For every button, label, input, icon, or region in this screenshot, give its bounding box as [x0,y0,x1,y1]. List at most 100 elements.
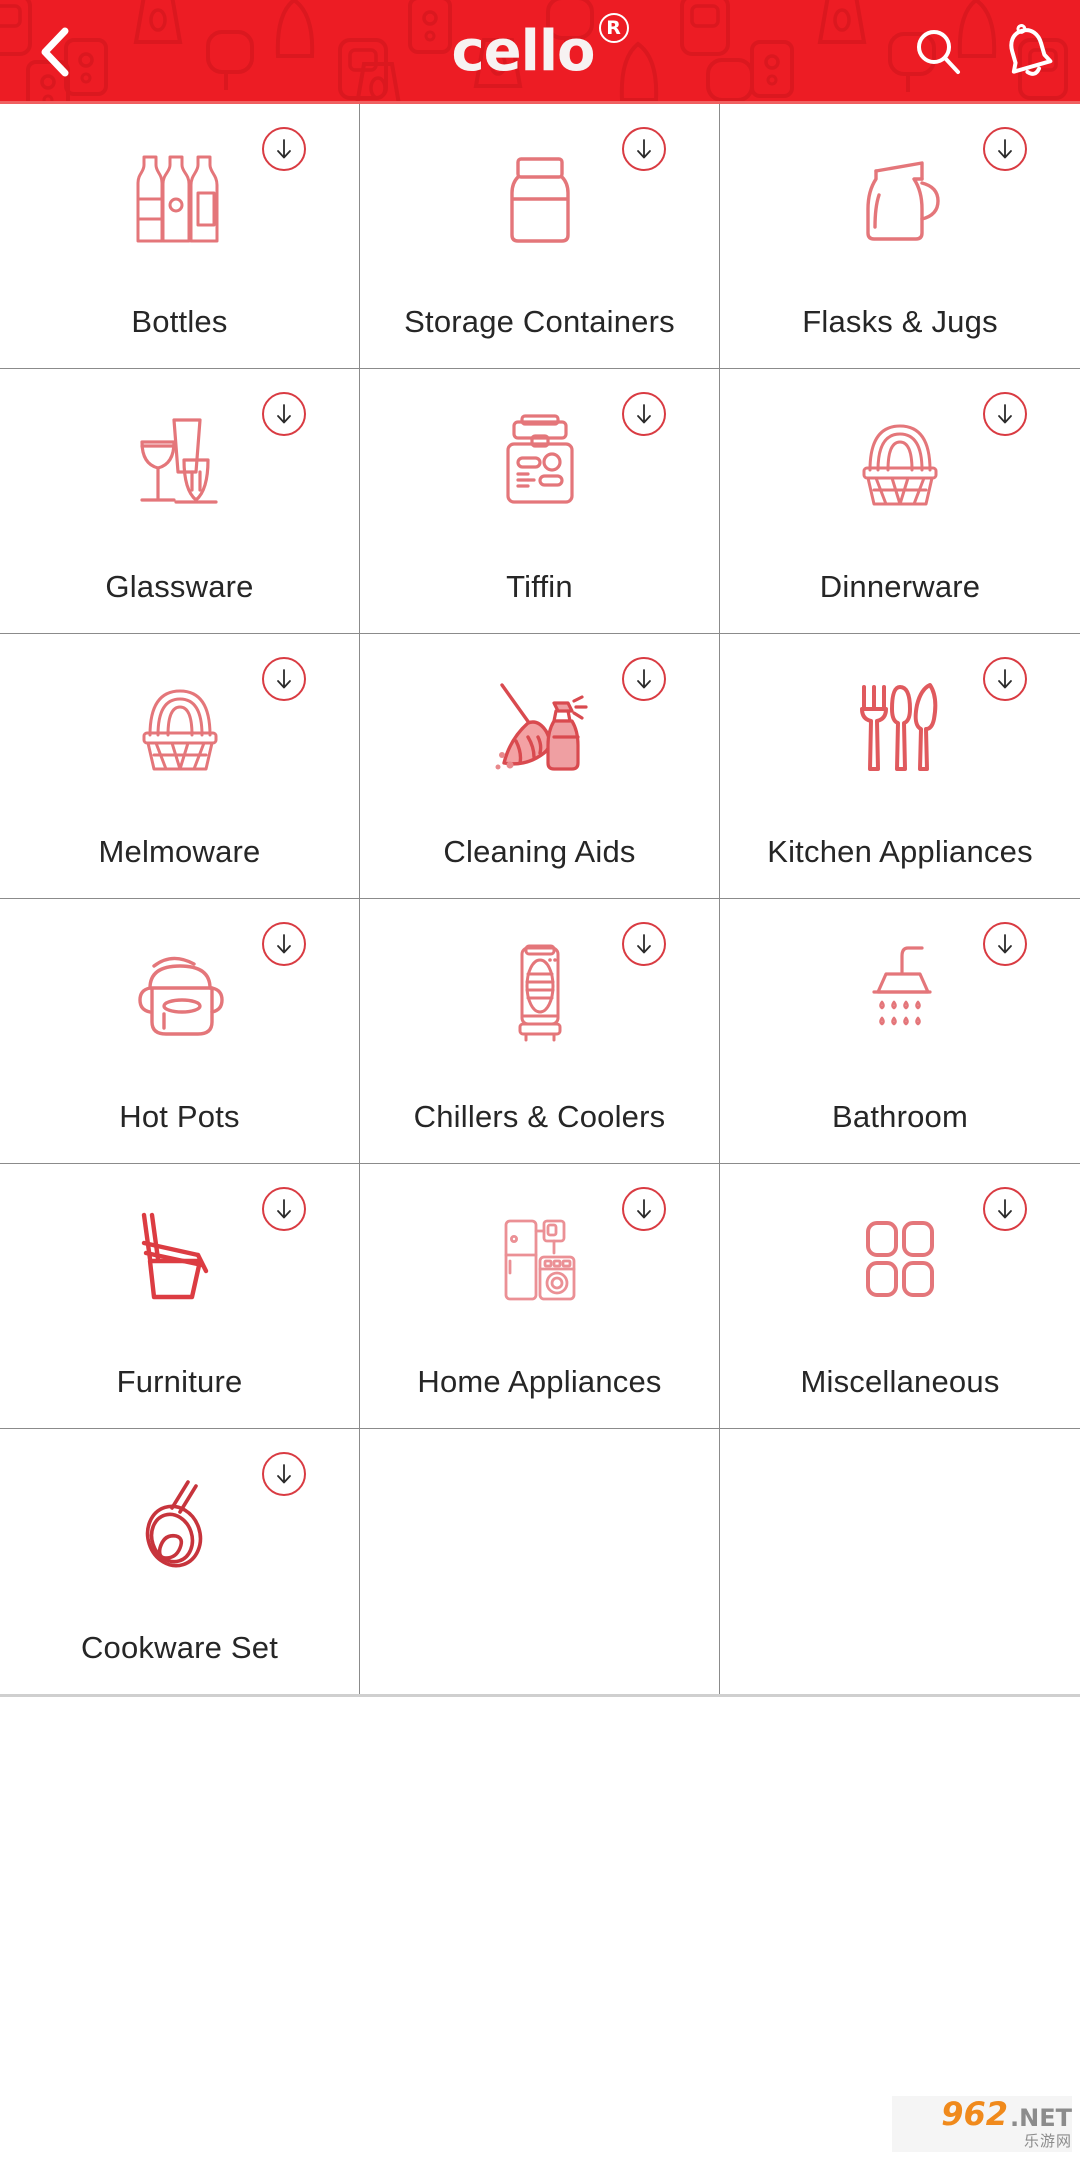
melmoware-basket-icon [142,689,217,771]
cutlery-icon [860,683,938,771]
category-icon-wrap [488,939,592,1049]
download-arrow-icon [277,139,291,159]
category-label: Dinnerware [819,569,981,604]
category-cell-kitchen-appliances[interactable]: Kitchen Appliances [720,634,1080,899]
download-button[interactable] [262,1452,306,1496]
download-arrow-icon [637,139,651,159]
download-arrow-icon [998,1199,1012,1219]
download-button[interactable] [983,392,1027,436]
watermark-number: 962 [941,2094,1009,2133]
category-cell-empty-2 [720,1429,1080,1694]
category-icon-wrap [128,674,232,784]
download-button[interactable] [262,657,306,701]
broom-spray-icon [495,683,588,771]
download-arrow-icon [998,404,1012,424]
category-icon-wrap [128,1204,232,1314]
category-grid: Bottles Storage Containers Flasks & Jugs… [0,104,1080,1697]
header-actions [906,0,1060,104]
bottles-icon [136,155,218,243]
category-cell-storage-containers[interactable]: Storage Containers [360,104,720,369]
category-cell-glassware[interactable]: Glassware [0,369,360,634]
category-label: Chillers & Coolers [413,1099,666,1134]
hot-pot-icon [137,956,224,1036]
glassware-icon [139,418,218,504]
category-cell-chillers-coolers[interactable]: Chillers & Coolers [360,899,720,1164]
category-label: Hot Pots [119,1099,240,1134]
category-label: Miscellaneous [800,1364,1000,1399]
brand-name: cello [451,19,595,84]
notifications-button[interactable] [996,20,1060,84]
download-arrow-icon [637,934,651,954]
download-button[interactable] [262,1187,306,1231]
category-label: Tiffin [506,569,573,604]
grid-squares-icon [866,1221,934,1297]
category-cell-melmoware[interactable]: Melmoware [0,634,360,899]
download-arrow-icon [277,404,291,424]
category-cell-cleaning-aids[interactable]: Cleaning Aids [360,634,720,899]
tiffin-box-icon [505,414,574,504]
download-button[interactable] [622,392,666,436]
category-icon-wrap [488,409,592,519]
jug-icon [866,161,940,241]
download-button[interactable] [983,657,1027,701]
storage-container-icon [509,157,570,243]
category-cell-empty-1 [360,1429,720,1694]
category-icon-wrap [128,144,232,254]
download-button[interactable] [622,657,666,701]
category-label: Bottles [131,304,228,339]
category-label: Kitchen Appliances [767,834,1033,869]
category-label: Cookware Set [80,1630,279,1665]
category-icon-wrap [488,674,592,784]
download-arrow-icon [998,669,1012,689]
chevron-left-icon [41,27,69,77]
shower-icon [872,946,932,1026]
category-cell-bottles[interactable]: Bottles [0,104,360,369]
category-cell-cookware-set[interactable]: Cookware Set [0,1429,360,1694]
category-label: Home Appliances [417,1364,662,1399]
watermark-stack: 962 .NET 乐游网 [941,2098,1072,2151]
download-button[interactable] [622,1187,666,1231]
download-button[interactable] [983,127,1027,171]
back-button[interactable] [0,0,110,104]
frying-pan-icon [145,1480,202,1568]
download-button[interactable] [262,922,306,966]
category-icon-wrap [488,1204,592,1314]
category-cell-tiffin[interactable]: Tiffin [360,369,720,634]
category-label: Furniture [116,1364,243,1399]
category-cell-bathroom[interactable]: Bathroom [720,899,1080,1164]
download-arrow-icon [277,1199,291,1219]
category-icon-wrap [128,939,232,1049]
site-watermark: 962 .NET 乐游网 [892,2096,1072,2152]
search-button[interactable] [906,20,970,84]
download-arrow-icon [637,404,651,424]
watermark-top-row: 962 .NET [941,2098,1072,2130]
category-icon-wrap [848,409,952,519]
download-button[interactable] [622,127,666,171]
download-arrow-icon [637,1199,651,1219]
category-cell-furniture[interactable]: Furniture [0,1164,360,1429]
category-icon-wrap [848,144,952,254]
download-arrow-icon [277,934,291,954]
category-icon-wrap [488,144,592,254]
category-label: Cleaning Aids [443,834,636,869]
category-cell-flasks-jugs[interactable]: Flasks & Jugs [720,104,1080,369]
chair-icon [141,1212,208,1300]
category-cell-dinnerware[interactable]: Dinnerware [720,369,1080,634]
category-cell-miscellaneous[interactable]: Miscellaneous [720,1164,1080,1429]
fridge-washer-icon [504,1219,575,1301]
app-header: cello R [0,0,1080,104]
download-button[interactable] [262,392,306,436]
download-button[interactable] [983,1187,1027,1231]
watermark-subtitle: 乐游网 [1023,2131,1072,2150]
category-icon-wrap [128,1469,232,1579]
download-button[interactable] [622,922,666,966]
download-button[interactable] [262,127,306,171]
download-button[interactable] [983,922,1027,966]
bell-icon [1009,24,1053,76]
category-icon-wrap [848,1204,952,1314]
category-cell-hot-pots[interactable]: Hot Pots [0,899,360,1164]
search-icon [917,30,960,74]
category-label: Storage Containers [404,304,675,339]
download-arrow-icon [277,669,291,689]
category-cell-home-appliances[interactable]: Home Appliances [360,1164,720,1429]
